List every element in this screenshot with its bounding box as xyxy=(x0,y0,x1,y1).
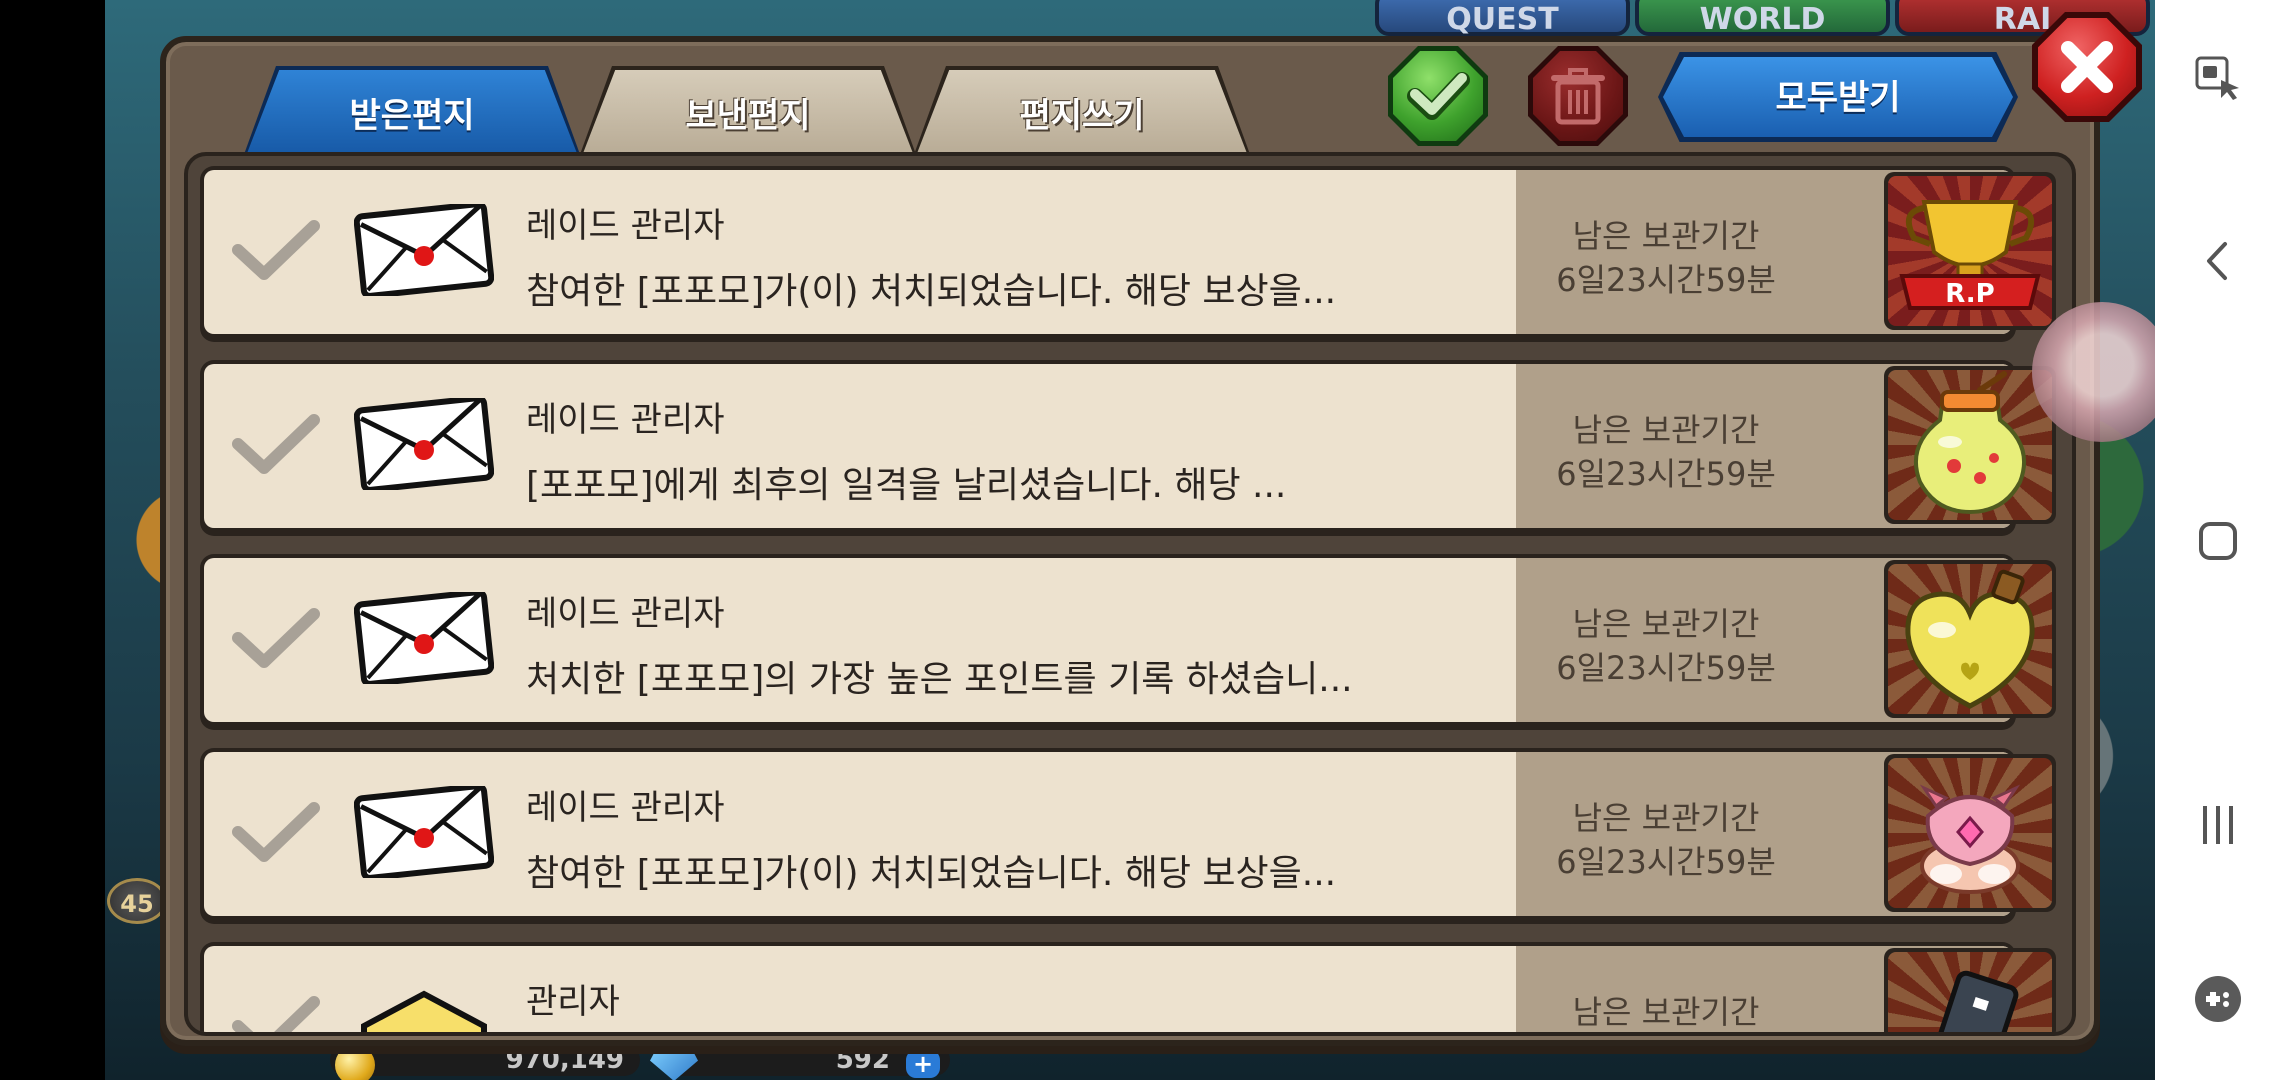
retention-info: 남은 보관기간 6일23시간59분 xyxy=(1516,602,1816,690)
tab-sent-mail[interactable]: 보낸편지 xyxy=(578,66,918,160)
reward-slot[interactable] xyxy=(1884,366,2056,524)
game-tools-icon[interactable] xyxy=(2193,974,2243,1024)
reward-slot[interactable] xyxy=(1884,754,2056,912)
floating-avatar-bubble[interactable] xyxy=(2032,302,2172,442)
mail-sender: 레이드 관리자 xyxy=(526,594,725,634)
close-button[interactable] xyxy=(2032,12,2142,122)
gold-coin-icon xyxy=(335,1045,375,1080)
retention-label: 남은 보관기간 xyxy=(1572,217,1760,255)
reward-label: R.P xyxy=(1945,279,1994,309)
tab-write-mail[interactable]: 편지쓰기 xyxy=(912,66,1252,160)
gem-amount: 592 xyxy=(835,1045,890,1075)
retention-label: 남은 보관기간 xyxy=(1572,411,1760,449)
back-icon[interactable] xyxy=(2193,236,2243,286)
gem-counter: 592 + xyxy=(650,1044,950,1080)
retention-info: 남은 보관기간 6일23시간59분 xyxy=(1516,796,1816,884)
mail-message: 참여한 [포포모]가(이) 처치되었습니다. 해당 보상을... xyxy=(526,853,1337,894)
retention-value: 6일23시간59분 xyxy=(1556,261,1776,299)
close-icon xyxy=(2061,41,2113,93)
mail-sender: 관리자 xyxy=(526,982,620,1022)
mail-sender: 레이드 관리자 xyxy=(526,400,725,440)
tab-label: 편지쓰기 xyxy=(1019,96,1145,136)
reward-slot[interactable] xyxy=(1884,560,2056,718)
retention-value: 6일23시간59분 xyxy=(1556,649,1776,687)
checkbox-icon[interactable] xyxy=(230,986,320,1036)
gold-amount: 970,149 xyxy=(505,1045,624,1075)
item-card-icon xyxy=(1929,970,2019,1032)
mail-row[interactable]: 레이드 관리자 참여한 [포포모]가(이) 처치되었습니다. 해당 보상을...… xyxy=(200,166,2056,342)
retention-info: 남은 보관기간 xyxy=(1516,990,1816,1032)
gem-icon xyxy=(650,1047,698,1080)
envelope-icon xyxy=(354,398,494,490)
select-all-button[interactable] xyxy=(1388,46,1488,146)
pet-egg-icon xyxy=(1919,784,2021,894)
checkbox-icon[interactable] xyxy=(230,598,320,678)
envelope-icon xyxy=(354,204,494,296)
mail-list[interactable]: 레이드 관리자 참여한 [포포모]가(이) 처치되었습니다. 해당 보상을...… xyxy=(184,152,2076,1036)
mail-message: [포포모]에게 최후의 일격을 날리셨습니다. 해당 ... xyxy=(526,465,1287,506)
retention-label: 남은 보관기간 xyxy=(1572,799,1760,837)
retention-value: 6일23시간59분 xyxy=(1556,455,1776,493)
tab-received-mail[interactable]: 받은편지 xyxy=(242,66,582,160)
gold-counter: 970,149 xyxy=(330,1044,640,1080)
checkbox-icon[interactable] xyxy=(230,404,320,484)
heart-bottle-icon xyxy=(1905,569,2035,709)
mail-row[interactable]: 레이드 관리자 참여한 [포포모]가(이) 처치되었습니다. 해당 보상을...… xyxy=(200,748,2056,924)
retention-info: 남은 보관기간 6일23시간59분 xyxy=(1516,408,1816,496)
mailbox-dialog: 받은편지 보낸편지 편지쓰기 모두받기 레이드 관리자 참여한 [포포모]가(이… xyxy=(160,12,2142,1046)
receive-all-label: 모두받기 xyxy=(1775,78,1901,118)
check-icon xyxy=(1407,72,1470,120)
reward-slot[interactable]: R.P xyxy=(1884,172,2056,330)
world-tab[interactable]: WORLD xyxy=(1635,0,1890,37)
resource-bar: 970,149 592 + xyxy=(330,1040,950,1080)
mail-message: 처치한 [포포모]의 가장 높은 포인트를 기록 하셨습니... xyxy=(526,659,1353,700)
add-gems-icon[interactable]: + xyxy=(906,1050,940,1078)
envelope-icon xyxy=(354,786,494,878)
retention-value: 6일23시간59분 xyxy=(1556,843,1776,881)
screen-touch-lock-icon[interactable] xyxy=(2193,52,2243,102)
checkbox-icon[interactable] xyxy=(230,792,320,872)
tab-label: 받은편지 xyxy=(349,96,475,136)
checkbox-icon[interactable] xyxy=(230,210,320,290)
yellow-envelope-icon xyxy=(361,990,487,1032)
home-icon[interactable] xyxy=(2193,516,2243,566)
envelope-icon xyxy=(354,592,494,684)
recent-apps-icon[interactable] xyxy=(2193,800,2243,850)
retention-label: 남은 보관기간 xyxy=(1572,993,1760,1031)
potion-jar-icon xyxy=(1914,371,2026,515)
quest-tab[interactable]: QUEST xyxy=(1375,0,1630,37)
delete-button[interactable] xyxy=(1528,46,1628,146)
mail-row[interactable]: 레이드 관리자 [포포모]에게 최후의 일격을 날리셨습니다. 해당 ... 남… xyxy=(200,360,2056,536)
mail-sender: 레이드 관리자 xyxy=(526,206,725,246)
mail-row[interactable]: 레이드 관리자 처치한 [포포모]의 가장 높은 포인트를 기록 하셨습니...… xyxy=(200,554,2056,730)
mail-message: 참여한 [포포모]가(이) 처치되었습니다. 해당 보상을... xyxy=(526,271,1337,312)
mail-row[interactable]: 관리자 남은 보관기간 xyxy=(200,942,2056,1036)
retention-label: 남은 보관기간 xyxy=(1572,605,1760,643)
tab-label: 보낸편지 xyxy=(685,96,811,136)
rp-trophy-icon: R.P xyxy=(1899,200,2041,310)
receive-all-button[interactable]: 모두받기 xyxy=(1658,52,2018,142)
reward-slot[interactable] xyxy=(1884,948,2056,1032)
retention-info: 남은 보관기간 6일23시간59분 xyxy=(1516,214,1816,302)
level-badge: 45 xyxy=(107,878,167,924)
system-nav-bar xyxy=(2155,0,2280,1080)
trash-icon xyxy=(1551,68,1605,125)
mail-sender: 레이드 관리자 xyxy=(526,788,725,828)
